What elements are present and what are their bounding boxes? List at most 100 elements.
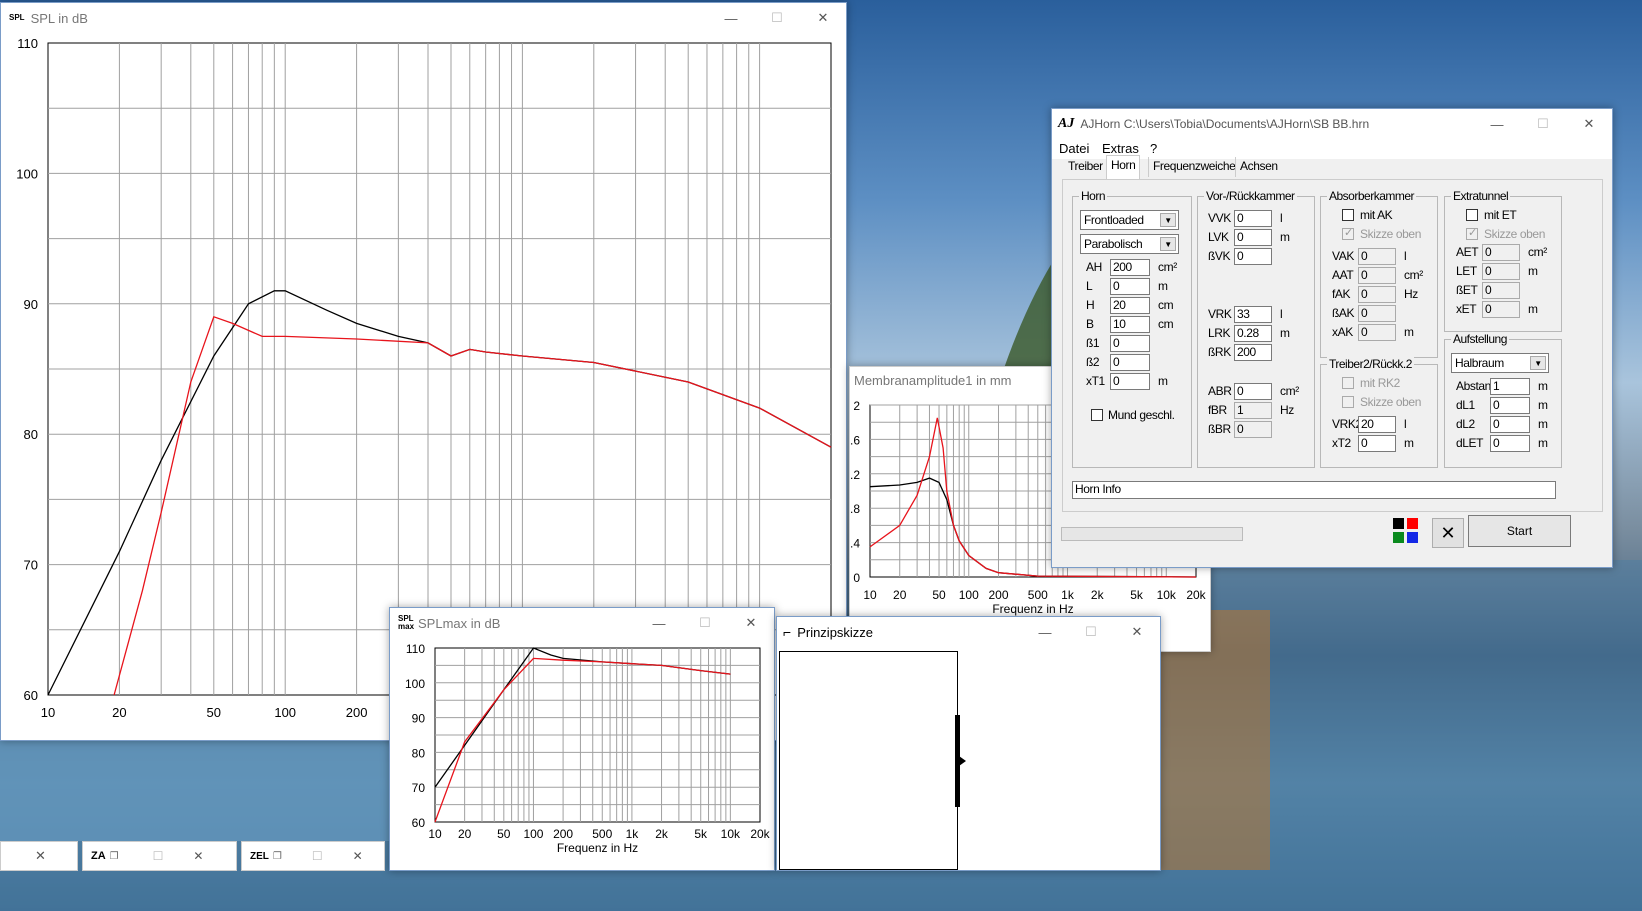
et-rows-field-2[interactable]: 0 (1482, 282, 1520, 299)
splmax-titlebar[interactable]: SPL max SPLmax in dB — ☐ ✕ (390, 608, 774, 638)
close-icon[interactable]: ✕ (728, 608, 774, 638)
close-icon[interactable]: ✕ (800, 3, 846, 33)
auf-rows-label-3: dLET (1456, 436, 1484, 450)
abs-rows-field-0[interactable]: 0 (1358, 248, 1396, 265)
prinzip-titlebar[interactable]: ⌐ Prinzipskizze — ☐ ✕ (777, 617, 1160, 647)
horn-type-select[interactable]: Frontloaded ▼ (1080, 210, 1179, 230)
et-rows-unit-1: m (1528, 264, 1538, 278)
splmax-y-tick-label: 70 (412, 781, 426, 795)
minimized-window-1[interactable]: ✕ (0, 841, 78, 871)
horn-rows-field-5[interactable]: 0 (1110, 354, 1150, 371)
prinzipskizze-window[interactable]: ⌐ Prinzipskizze — ☐ ✕ (776, 616, 1161, 871)
mit-ak-checkbox[interactable] (1342, 209, 1354, 221)
close-icon[interactable]: ✕ (1114, 617, 1160, 647)
minimize-icon[interactable]: — (1022, 617, 1068, 647)
membran-x-tick-label: 200 (988, 588, 1008, 602)
vor-c-label-0: ABR (1208, 384, 1232, 398)
menu-extras[interactable]: Extras (1102, 141, 1139, 156)
abs-rows-field-1[interactable]: 0 (1358, 267, 1396, 284)
color-black[interactable] (1393, 518, 1404, 529)
maximize-icon[interactable]: ☐ (312, 849, 323, 863)
et-rows-field-1[interactable]: 0 (1482, 263, 1520, 280)
horn-rows-field-6[interactable]: 0 (1110, 373, 1150, 390)
close-icon[interactable]: ✕ (35, 848, 46, 864)
minimized-window-za[interactable]: ZA ❐ ☐ ✕ (82, 841, 237, 871)
chevron-down-icon[interactable]: ▼ (1160, 213, 1176, 227)
abs-rows-field-4[interactable]: 0 (1358, 324, 1396, 341)
vor-b-field-0[interactable]: 33 (1234, 306, 1272, 323)
menu-help[interactable]: ? (1150, 141, 1157, 156)
vor-c-field-0[interactable]: 0 (1234, 383, 1272, 400)
et-rows-unit-0: cm² (1528, 245, 1547, 259)
ajhorn-window[interactable]: AJ AJHorn C:\Users\Tobia\Documents\AJHor… (1051, 108, 1613, 568)
color-red[interactable] (1407, 518, 1418, 529)
maximize-icon[interactable]: ☐ (682, 608, 728, 638)
minimize-icon[interactable]: — (708, 3, 754, 33)
color-green[interactable] (1393, 532, 1404, 543)
group-et-label: Extratunnel (1451, 189, 1511, 203)
t2-rows-field-1[interactable]: 0 (1358, 435, 1396, 452)
horn-rows-field-1[interactable]: 0 (1110, 278, 1150, 295)
mit-rk2-label: mit RK2 (1360, 376, 1400, 390)
close-icon[interactable]: ✕ (1566, 109, 1612, 139)
vor-a-field-2[interactable]: 0 (1234, 248, 1272, 265)
color-blue[interactable] (1407, 532, 1418, 543)
auf-rows-field-1[interactable]: 0 (1490, 397, 1530, 414)
abs-rows-field-3[interactable]: 0 (1358, 305, 1396, 322)
chevron-down-icon[interactable]: ▼ (1530, 356, 1546, 370)
mund-checkbox[interactable] (1091, 409, 1103, 421)
et-rows-field-0[interactable]: 0 (1482, 244, 1520, 261)
color-palette[interactable] (1393, 518, 1419, 544)
membran-y-tick-label: 2 (853, 399, 860, 413)
auf-rows-field-3[interactable]: 0 (1490, 435, 1530, 452)
restore-icon[interactable]: ❐ (110, 851, 119, 862)
horn-rows-field-0[interactable]: 200 (1110, 259, 1150, 276)
t2-skizze-checkbox[interactable] (1342, 396, 1354, 408)
close-icon[interactable]: ✕ (193, 849, 203, 863)
tab-achsen[interactable]: Achsen (1235, 157, 1282, 177)
vor-b-field-1[interactable]: 0.28 (1234, 325, 1272, 342)
horn-rows-field-3[interactable]: 10 (1110, 316, 1150, 333)
vor-a-field-0[interactable]: 0 (1234, 210, 1272, 227)
tab-frequenzweiche[interactable]: Frequenzweiche (1148, 157, 1239, 177)
ajhorn-titlebar[interactable]: AJ AJHorn C:\Users\Tobia\Documents\AJHor… (1052, 109, 1612, 139)
vor-c-field-1[interactable]: 1 (1234, 402, 1272, 419)
horn-info-field[interactable]: Horn Info (1072, 481, 1556, 499)
t2-rows-field-0[interactable]: 20 (1358, 416, 1396, 433)
minimize-icon[interactable]: — (636, 608, 682, 638)
menu-datei[interactable]: Datei (1059, 141, 1089, 156)
mit-rk2-checkbox[interactable] (1342, 377, 1354, 389)
chevron-down-icon[interactable]: ▼ (1160, 237, 1176, 251)
clear-button[interactable]: ✕ (1432, 518, 1464, 548)
vor-c-unit-0: cm² (1280, 384, 1299, 398)
minimized-window-zel[interactable]: ZEL ❐ ☐ ✕ (241, 841, 385, 871)
et-rows-unit-3: m (1528, 302, 1538, 316)
auf-rows-field-2[interactable]: 0 (1490, 416, 1530, 433)
splmax-window[interactable]: SPL max SPLmax in dB — ☐ ✕ 110 100 90 80 70 6… (389, 607, 775, 871)
close-icon[interactable]: ✕ (353, 849, 363, 863)
horn-rows-field-2[interactable]: 20 (1110, 297, 1150, 314)
maximize-icon[interactable]: ☐ (1068, 617, 1114, 647)
vor-b-field-2[interactable]: 200 (1234, 344, 1272, 361)
abs-rows-field-2[interactable]: 0 (1358, 286, 1396, 303)
spl-titlebar[interactable]: SPL SPL in dB — ☐ ✕ (1, 3, 846, 33)
vor-a-field-1[interactable]: 0 (1234, 229, 1272, 246)
maximize-icon[interactable]: ☐ (1520, 109, 1566, 139)
auf-rows-field-0[interactable]: 1 (1490, 378, 1530, 395)
maximize-icon[interactable]: ☐ (153, 849, 164, 863)
et-rows-field-3[interactable]: 0 (1482, 301, 1520, 318)
aufstellung-select[interactable]: Halbraum ▼ (1451, 353, 1549, 373)
maximize-icon[interactable]: ☐ (754, 3, 800, 33)
minimize-icon[interactable]: — (1474, 109, 1520, 139)
tab-horn[interactable]: Horn (1106, 155, 1141, 179)
prinzip-title: Prinzipskizze (797, 624, 874, 640)
horn-rows-field-4[interactable]: 0 (1110, 335, 1150, 352)
vor-c-field-2[interactable]: 0 (1234, 421, 1272, 438)
horn-profile-select[interactable]: Parabolisch ▼ (1080, 234, 1179, 254)
tab-treiber[interactable]: Treiber (1064, 157, 1107, 177)
mit-et-checkbox[interactable] (1466, 209, 1478, 221)
start-button[interactable]: Start (1468, 515, 1571, 547)
abs-skizze-checkbox[interactable]: ✓ (1342, 227, 1354, 240)
et-skizze-checkbox[interactable]: ✓ (1466, 227, 1478, 240)
restore-icon[interactable]: ❐ (273, 851, 282, 862)
